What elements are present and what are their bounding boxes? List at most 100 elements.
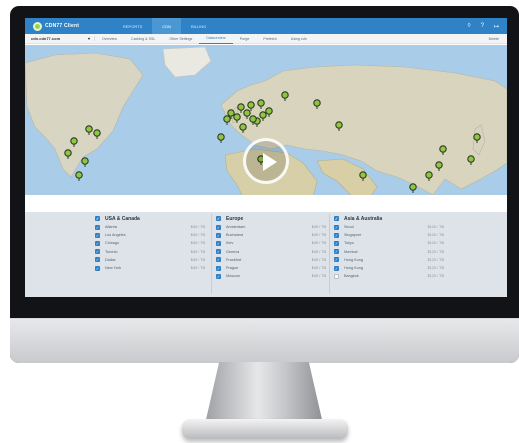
datacenter-locations: ✓ USA & Canada ✓ Atlanta $49 / TB ✓ Los Ang…: [25, 212, 507, 297]
location-checkbox[interactable]: ✓: [216, 249, 221, 255]
top-navigation-bar: CDN77 Client REPORTS CDN BILLING ◊ ? ↦: [25, 18, 507, 34]
location-row[interactable]: ✓ Amsterdam $49 / TB: [216, 223, 326, 231]
location-checkbox[interactable]: ✓: [216, 273, 221, 279]
tab-caching-ssl[interactable]: Caching & SSL: [124, 34, 162, 44]
location-row[interactable]: ✓ Frankfurt $49 / TB: [216, 256, 326, 264]
location-checkbox[interactable]: ✓: [334, 249, 339, 255]
nav-tab-reports[interactable]: REPORTS: [113, 18, 152, 34]
tab-overview[interactable]: Overview: [95, 34, 124, 44]
location-price: $49 / TB: [311, 257, 326, 262]
location-city: Hong Kong: [344, 257, 363, 262]
app-logo[interactable]: CDN77 Client: [33, 21, 113, 31]
datacenter-marker[interactable]: [217, 133, 225, 143]
tab-prefetch[interactable]: Prefetch: [256, 34, 283, 44]
tab-purge[interactable]: Purge: [233, 34, 257, 44]
logout-icon[interactable]: ↦: [494, 23, 499, 30]
location-city: Tokyo: [344, 241, 354, 246]
location-row[interactable]: ✓ Geneva $49 / TB: [216, 248, 326, 256]
location-city: Toronto: [105, 249, 118, 254]
location-city: Frankfurt: [226, 257, 242, 262]
location-row[interactable]: ✓ Dallas $49 / TB: [95, 256, 205, 264]
datacenter-marker[interactable]: [75, 171, 83, 181]
location-row[interactable]: ✓ Los Angeles $49 / TB: [95, 231, 205, 239]
delete-link[interactable]: Delete: [489, 37, 499, 41]
location-price: $49 / TB: [190, 225, 205, 230]
datacenter-marker[interactable]: [409, 183, 417, 193]
nav-tab-billing[interactable]: BILLING: [181, 18, 216, 34]
location-checkbox[interactable]: ✓: [334, 257, 339, 263]
location-checkbox[interactable]: ✓: [334, 240, 339, 246]
location-checkbox[interactable]: ✓: [95, 257, 100, 263]
wifi-icon[interactable]: ◊: [468, 23, 471, 30]
location-checkbox[interactable]: ✓: [95, 224, 100, 230]
region-checkbox[interactable]: ✓: [95, 216, 100, 221]
location-price: $49 / TB: [311, 266, 326, 271]
location-checkbox[interactable]: ✓: [95, 249, 100, 255]
domain-select[interactable]: cdn.cdn77.com ▾: [31, 36, 95, 41]
location-checkbox[interactable]: [334, 273, 339, 279]
region-checkbox[interactable]: ✓: [216, 216, 221, 221]
location-row[interactable]: ✓ Moscow $49 / TB: [216, 272, 326, 280]
location-row[interactable]: ✓ Singapore $120 / TB: [334, 231, 444, 239]
nav-tab-cdn[interactable]: CDN: [152, 18, 181, 34]
location-row[interactable]: ✓ Bucharest $49 / TB: [216, 231, 326, 239]
location-row[interactable]: Bangkok $120 / TB: [334, 272, 444, 280]
location-price: $49 / TB: [190, 241, 205, 246]
location-row[interactable]: ✓ Mumbai $120 / TB: [334, 248, 444, 256]
location-price: $120 / TB: [427, 257, 444, 262]
help-icon[interactable]: ?: [481, 23, 484, 30]
location-price: $120 / TB: [427, 274, 444, 279]
location-row[interactable]: ✓ Kiev $49 / TB: [216, 239, 326, 247]
location-price: $49 / TB: [311, 274, 326, 279]
location-checkbox[interactable]: ✓: [334, 265, 339, 271]
location-city: Mumbai: [344, 249, 358, 254]
location-city: Amsterdam: [226, 225, 246, 230]
location-checkbox[interactable]: ✓: [216, 232, 221, 238]
location-city: Hong Kong: [344, 266, 363, 271]
monitor-chin: [10, 318, 519, 363]
tab-using-cdn[interactable]: Using cdn: [284, 34, 314, 44]
location-city: Kiev: [226, 241, 234, 246]
location-checkbox[interactable]: ✓: [95, 240, 100, 246]
region-column-europe: ✓ Europe ✓ Amsterdam $49 / TB ✓ Bucharest $4…: [216, 214, 326, 280]
location-checkbox[interactable]: ✓: [334, 232, 339, 238]
location-city: Atlanta: [105, 225, 117, 230]
location-checkbox[interactable]: ✓: [334, 224, 339, 230]
location-row[interactable]: ✓ Toronto $49 / TB: [95, 248, 205, 256]
location-price: $49 / TB: [190, 249, 205, 254]
region-title: Europe: [226, 215, 244, 222]
location-checkbox[interactable]: ✓: [95, 265, 100, 271]
location-row[interactable]: ✓ Prague $49 / TB: [216, 264, 326, 272]
location-price: $120 / TB: [427, 233, 444, 238]
location-price: $120 / TB: [427, 266, 444, 271]
location-row[interactable]: ✓ Hong Kong $120 / TB: [334, 264, 444, 272]
column-divider: [211, 214, 212, 294]
location-checkbox[interactable]: ✓: [216, 240, 221, 246]
location-city: Prague: [226, 266, 239, 271]
location-price: $49 / TB: [311, 241, 326, 246]
tab-other-settings[interactable]: Other Settings: [162, 34, 199, 44]
location-checkbox[interactable]: ✓: [216, 257, 221, 263]
location-row[interactable]: ✓ Seoul $120 / TB: [334, 223, 444, 231]
play-video-button[interactable]: [243, 138, 289, 184]
world-map[interactable]: + −: [25, 45, 507, 195]
region-checkbox[interactable]: ✓: [334, 216, 339, 221]
location-price: $49 / TB: [190, 257, 205, 262]
location-row[interactable]: ✓ Atlanta $49 / TB: [95, 223, 205, 231]
monitor-stand-base: [182, 419, 348, 439]
logo-text: CDN77 Client: [45, 23, 80, 29]
location-price: $49 / TB: [190, 233, 205, 238]
location-checkbox[interactable]: ✓: [95, 232, 100, 238]
location-checkbox[interactable]: ✓: [216, 265, 221, 271]
tab-datacenters[interactable]: Datacenters: [199, 34, 233, 44]
screen: CDN77 Client REPORTS CDN BILLING ◊ ? ↦ c…: [25, 18, 507, 297]
location-price: $49 / TB: [311, 233, 326, 238]
location-row[interactable]: ✓ Tokyo $120 / TB: [334, 239, 444, 247]
location-checkbox[interactable]: ✓: [216, 224, 221, 230]
location-row[interactable]: ✓ New York $49 / TB: [95, 264, 205, 272]
datacenter-marker[interactable]: [223, 115, 231, 125]
datacenter-marker[interactable]: [81, 157, 89, 167]
location-row[interactable]: ✓ Chicago $49 / TB: [95, 239, 205, 247]
location-row[interactable]: ✓ Hong Kong $120 / TB: [334, 256, 444, 264]
location-price: $120 / TB: [427, 225, 444, 230]
